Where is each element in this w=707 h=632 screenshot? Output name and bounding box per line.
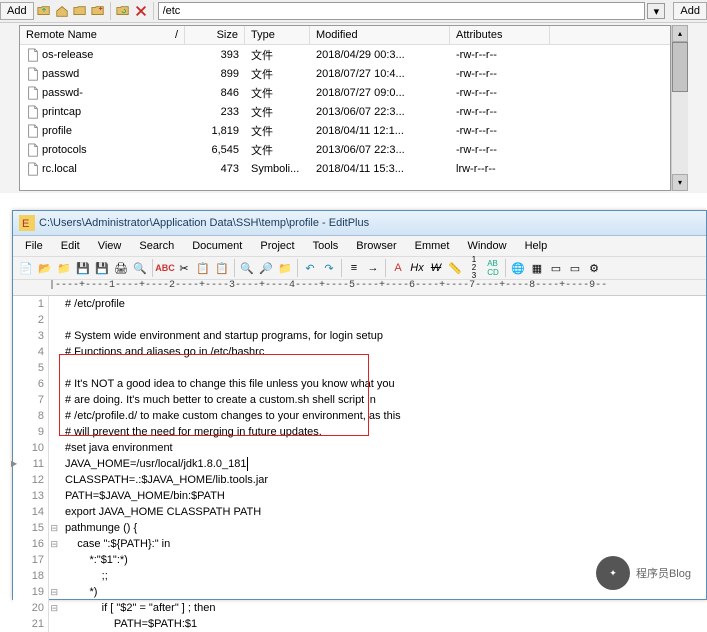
- ftp-toolbar: Add ▾ Add: [0, 0, 707, 23]
- separator: [152, 259, 153, 277]
- refresh-folder-icon[interactable]: [115, 3, 131, 19]
- menu-edit[interactable]: Edit: [53, 238, 88, 254]
- separator: [385, 259, 386, 277]
- menu-window[interactable]: Window: [459, 238, 514, 254]
- folder-icon[interactable]: [72, 3, 88, 19]
- table-row[interactable]: printcap233文件2013/06/07 22:3...-rw-r--r-…: [20, 102, 670, 121]
- font-color-icon[interactable]: A: [389, 259, 407, 277]
- find-icon[interactable]: 🔍: [238, 259, 256, 277]
- dropdown-icon[interactable]: ▾: [647, 3, 665, 19]
- scroll-up-icon[interactable]: ▴: [672, 25, 688, 42]
- editor-window: E C:\Users\Administrator\Application Dat…: [12, 210, 707, 600]
- separator: [153, 2, 154, 20]
- copy-icon[interactable]: 📋: [194, 259, 212, 277]
- path-input[interactable]: [158, 2, 646, 20]
- wrap-icon[interactable]: ≡: [345, 259, 363, 277]
- separator: [341, 259, 342, 277]
- linenum-icon[interactable]: 123: [465, 259, 483, 277]
- scroll-down-icon[interactable]: ▾: [672, 174, 688, 191]
- separator: [234, 259, 235, 277]
- separator: [110, 2, 111, 20]
- titlebar[interactable]: E C:\Users\Administrator\Application Dat…: [13, 211, 706, 236]
- menu-view[interactable]: View: [90, 238, 130, 254]
- menu-file[interactable]: File: [17, 238, 51, 254]
- table-row[interactable]: passwd899文件2018/07/27 10:4...-rw-r--r--: [20, 64, 670, 83]
- line-gutter: 123456789101112131415161718192021: [13, 296, 49, 632]
- menu-browser[interactable]: Browser: [348, 238, 404, 254]
- search-folder-icon[interactable]: 📁: [276, 259, 294, 277]
- folder-up-icon[interactable]: [36, 3, 52, 19]
- menu-emmet[interactable]: Emmet: [407, 238, 458, 254]
- delete-icon[interactable]: [133, 3, 149, 19]
- menu-document[interactable]: Document: [184, 238, 250, 254]
- cut-icon[interactable]: ✂: [175, 259, 193, 277]
- save-icon[interactable]: 💾: [74, 259, 92, 277]
- scrollbar[interactable]: ▴ ▾: [671, 25, 688, 191]
- table-row[interactable]: protocols6,545文件2013/06/07 22:3...-rw-r-…: [20, 140, 670, 159]
- separator: [505, 259, 506, 277]
- home-icon[interactable]: [54, 3, 70, 19]
- table-row[interactable]: os-release393文件2018/04/29 00:3...-rw-r--…: [20, 45, 670, 64]
- word-icon[interactable]: W: [427, 259, 445, 277]
- scroll-thumb[interactable]: [672, 42, 688, 92]
- wechat-icon: ✦: [596, 556, 630, 590]
- table-row[interactable]: profile1,819文件2018/04/11 12:1...-rw-r--r…: [20, 121, 670, 140]
- editplus-icon: E: [19, 215, 35, 231]
- watermark-label: 程序员Blog: [636, 565, 691, 581]
- menu-help[interactable]: Help: [517, 238, 556, 254]
- col-modified[interactable]: Modified: [310, 26, 450, 44]
- print-icon[interactable]: 🖨: [112, 259, 130, 277]
- window2-icon[interactable]: ▭: [566, 259, 584, 277]
- ruler-icon[interactable]: 📏: [446, 259, 464, 277]
- ruler: |----+----1----+----2----+----3----+----…: [13, 280, 706, 296]
- preview-icon[interactable]: 🔍: [131, 259, 149, 277]
- add-button-right[interactable]: Add: [673, 2, 707, 20]
- redo-icon[interactable]: ↷: [320, 259, 338, 277]
- new-folder-icon[interactable]: [90, 3, 106, 19]
- menu-project[interactable]: Project: [252, 238, 302, 254]
- find2-icon[interactable]: 🔎: [257, 259, 275, 277]
- charset-icon[interactable]: ABCD: [484, 259, 502, 277]
- settings-icon[interactable]: ⚙: [585, 259, 603, 277]
- col-size[interactable]: Size: [185, 26, 245, 44]
- window-title: C:\Users\Administrator\Application Data\…: [39, 217, 369, 229]
- open2-icon[interactable]: 📁: [55, 259, 73, 277]
- spell-icon[interactable]: ABC: [156, 259, 174, 277]
- browser-icon[interactable]: 🌐: [509, 259, 527, 277]
- separator: [297, 259, 298, 277]
- file-header: Remote Name/ Size Type Modified Attribut…: [20, 26, 670, 45]
- undo-icon[interactable]: ↶: [301, 259, 319, 277]
- hex-icon[interactable]: Hx: [408, 259, 426, 277]
- window1-icon[interactable]: ▭: [547, 259, 565, 277]
- watermark: ✦ 程序员Blog: [596, 556, 691, 590]
- file-list: Remote Name/ Size Type Modified Attribut…: [19, 25, 671, 191]
- new-file-icon[interactable]: 📄: [17, 259, 35, 277]
- table-row[interactable]: passwd-846文件2018/07/27 09:0...-rw-r--r--: [20, 83, 670, 102]
- paste-icon[interactable]: 📋: [213, 259, 231, 277]
- add-button-left[interactable]: Add: [0, 2, 34, 20]
- editor-toolbar: 📄 📂 📁 💾 💾 🖨 🔍 ABC ✂ 📋 📋 🔍 🔎 📁 ↶ ↷ ≡ → A …: [13, 257, 706, 280]
- col-name[interactable]: Remote Name/: [20, 26, 185, 44]
- file-panel: Remote Name/ Size Type Modified Attribut…: [0, 23, 707, 193]
- menu-tools[interactable]: Tools: [305, 238, 347, 254]
- open-icon[interactable]: 📂: [36, 259, 54, 277]
- col-attributes[interactable]: Attributes: [450, 26, 550, 44]
- col-type[interactable]: Type: [245, 26, 310, 44]
- goto-icon[interactable]: →: [364, 259, 382, 277]
- table-row[interactable]: rc.local473Symboli...2018/04/11 15:3...l…: [20, 159, 670, 178]
- tile-icon[interactable]: ▦: [528, 259, 546, 277]
- save-all-icon[interactable]: 💾: [93, 259, 111, 277]
- menu-search[interactable]: Search: [131, 238, 182, 254]
- svg-text:E: E: [22, 218, 29, 230]
- menubar: FileEditViewSearchDocumentProjectToolsBr…: [13, 236, 706, 257]
